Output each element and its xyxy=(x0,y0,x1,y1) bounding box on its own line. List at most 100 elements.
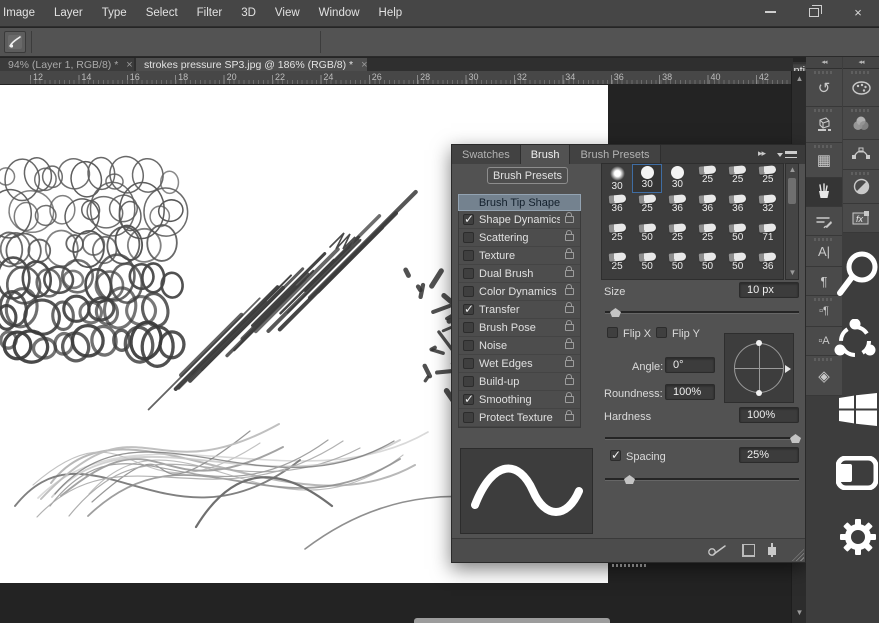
hardness-slider-thumb[interactable] xyxy=(790,434,801,443)
brush-tip-cell[interactable]: 32 xyxy=(753,193,783,222)
brush-tip-cell[interactable]: 50 xyxy=(662,251,692,280)
document-tab[interactable]: strokes pressure SP3.jpg @ 186% (RGB/8) … xyxy=(136,58,367,71)
lock-icon[interactable] xyxy=(565,234,574,241)
angle-value[interactable]: 0° xyxy=(665,357,715,373)
panel-button-history[interactable]: ↺ xyxy=(806,69,842,107)
brush-tip-cell[interactable]: 25 xyxy=(723,164,753,193)
panel-button-color-wheel[interactable] xyxy=(843,107,879,140)
lock-icon[interactable] xyxy=(565,324,574,331)
panel-button-3d[interactable] xyxy=(806,107,842,143)
lock-icon[interactable] xyxy=(565,414,574,421)
brush-setting-row[interactable]: Protect Texture xyxy=(459,409,580,427)
share-icon[interactable] xyxy=(833,319,877,363)
brush-setting-row[interactable]: Wet Edges xyxy=(459,355,580,373)
brush-tip-cell[interactable]: 30 xyxy=(632,164,662,193)
setting-checkbox[interactable] xyxy=(463,286,474,297)
settings-gear-icon[interactable] xyxy=(839,518,877,556)
panel-resize-grip[interactable] xyxy=(792,549,804,561)
size-value[interactable]: 10 px xyxy=(739,282,799,298)
menu-item[interactable]: 3D xyxy=(241,7,256,19)
brush-setting-row[interactable]: Texture xyxy=(459,247,580,265)
scroll-up-icon[interactable]: ▲ xyxy=(795,74,804,83)
panel-tab[interactable]: Brush xyxy=(521,145,571,164)
panel-button-adjustments[interactable] xyxy=(843,170,879,204)
brush-tip-cell[interactable]: 25 xyxy=(632,193,662,222)
panel-button-paths[interactable] xyxy=(843,140,879,170)
panel-collapse-icon[interactable]: ▸▸ xyxy=(758,148,765,159)
size-slider[interactable] xyxy=(605,311,799,314)
hardness-value[interactable]: 100% xyxy=(739,407,799,423)
setting-checkbox[interactable] xyxy=(463,250,474,261)
lock-icon[interactable] xyxy=(565,252,574,259)
brush-tip-cell[interactable]: 50 xyxy=(723,222,753,251)
brush-tip-cell[interactable]: 30 xyxy=(662,164,692,193)
menu-item[interactable]: Filter xyxy=(197,7,223,19)
setting-checkbox[interactable] xyxy=(463,358,474,369)
brush-tip-cell[interactable]: 36 xyxy=(723,193,753,222)
brush-tip-cell[interactable]: 25 xyxy=(602,251,632,280)
angle-control[interactable] xyxy=(724,333,794,403)
brush-tip-cell[interactable]: 25 xyxy=(692,164,722,193)
brush-setting-row[interactable]: Brush Pose xyxy=(459,319,580,337)
search-icon[interactable] xyxy=(834,249,879,299)
brush-setting-row[interactable]: Scattering xyxy=(459,229,580,247)
panel-button-brush-presets[interactable] xyxy=(806,207,842,236)
lock-icon[interactable] xyxy=(565,216,574,223)
spacing-checkbox[interactable] xyxy=(610,450,621,461)
brush-tip-cell[interactable]: 36 xyxy=(753,251,783,280)
brush-tip-cell[interactable]: 25 xyxy=(692,222,722,251)
flip-x-checkbox[interactable] xyxy=(607,327,618,338)
spacing-slider-thumb[interactable] xyxy=(624,475,635,484)
minimize-button[interactable] xyxy=(757,3,783,21)
roundness-value[interactable]: 100% xyxy=(665,384,715,400)
panel-button-brush[interactable] xyxy=(806,178,842,207)
setting-checkbox[interactable] xyxy=(463,268,474,279)
panel-menu-icon[interactable] xyxy=(777,149,799,160)
angle-handle-top[interactable] xyxy=(756,340,762,346)
brush-setting-row[interactable]: Smoothing xyxy=(459,391,580,409)
lock-icon[interactable] xyxy=(565,342,574,349)
panel-button-swatches-grid[interactable]: ▦ xyxy=(806,143,842,178)
setting-checkbox[interactable] xyxy=(463,232,474,243)
angle-arrow-icon[interactable] xyxy=(785,365,791,373)
flip-y-checkbox[interactable] xyxy=(656,327,667,338)
grid-scroll-down-icon[interactable]: ▼ xyxy=(788,268,797,277)
grid-scrollbar[interactable]: ▲ ▼ xyxy=(785,163,799,280)
panel-drag-handle[interactable] xyxy=(612,564,646,567)
setting-checkbox[interactable] xyxy=(463,376,474,387)
windows-logo-icon[interactable] xyxy=(839,393,877,427)
size-slider-thumb[interactable] xyxy=(610,308,621,317)
setting-checkbox[interactable] xyxy=(463,394,474,405)
tab-close-icon[interactable]: × xyxy=(126,59,132,71)
lock-icon[interactable] xyxy=(565,270,574,277)
brush-tip-cell[interactable]: 25 xyxy=(753,164,783,193)
menu-item[interactable]: Layer xyxy=(54,7,83,19)
panel-button-styles[interactable]: fx xyxy=(843,204,879,233)
menu-item[interactable]: View xyxy=(275,7,300,19)
lock-icon[interactable] xyxy=(565,396,574,403)
lock-icon[interactable] xyxy=(565,306,574,313)
brush-stroke-preview-toggle-icon[interactable] xyxy=(707,544,729,558)
collapse-panels-button[interactable]: ◂◂ xyxy=(806,57,842,69)
setting-checkbox[interactable] xyxy=(463,340,474,351)
setting-checkbox[interactable] xyxy=(463,322,474,333)
menu-item[interactable]: Window xyxy=(319,7,360,19)
create-new-brush-icon[interactable] xyxy=(771,543,773,557)
menu-item[interactable]: Help xyxy=(379,7,403,19)
brush-tip-cell[interactable]: 25 xyxy=(602,222,632,251)
angle-handle-bottom[interactable] xyxy=(756,390,762,396)
setting-checkbox[interactable] xyxy=(463,214,474,225)
brush-tip-cell[interactable]: 50 xyxy=(723,251,753,280)
restore-button[interactable] xyxy=(801,3,827,21)
brush-tip-cell[interactable]: 50 xyxy=(632,222,662,251)
spacing-value[interactable]: 25% xyxy=(739,447,799,463)
brush-tip-cell[interactable]: 36 xyxy=(692,193,722,222)
brush-setting-row[interactable]: Shape Dynamics xyxy=(459,211,580,229)
menu-item[interactable]: Select xyxy=(146,7,178,19)
open-preset-manager-icon[interactable] xyxy=(742,544,755,557)
panel-tab[interactable]: Swatches xyxy=(452,145,521,164)
brush-setting-row[interactable]: Dual Brush xyxy=(459,265,580,283)
brush-presets-button[interactable]: Brush Presets xyxy=(487,167,568,184)
brush-tip-cell[interactable]: 71 xyxy=(753,222,783,251)
setting-checkbox[interactable] xyxy=(463,304,474,315)
